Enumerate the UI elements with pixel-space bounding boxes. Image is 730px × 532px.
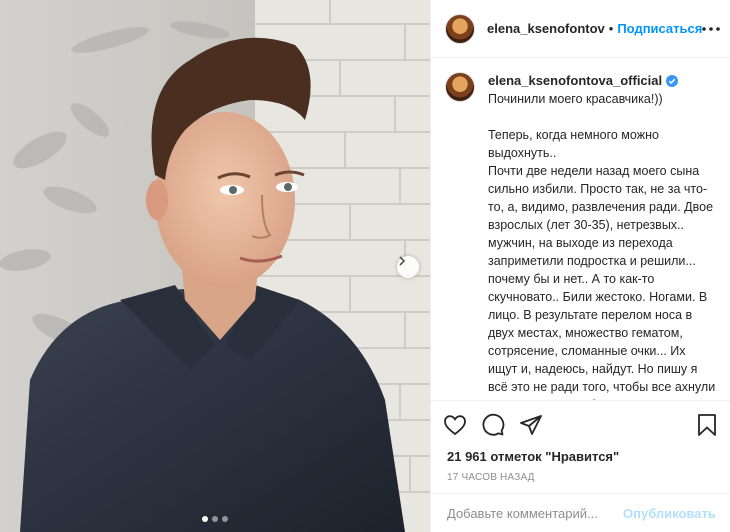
comment-button[interactable] (481, 413, 505, 437)
avatar[interactable] (445, 13, 475, 44)
chevron-right-icon (399, 256, 406, 266)
likes-count[interactable]: 21 961 отметок "Нравится" (431, 449, 730, 464)
bookmark-icon (698, 414, 716, 436)
more-icon (702, 26, 721, 31)
action-icons (431, 401, 730, 449)
comment-icon (482, 413, 505, 436)
carousel-dots (0, 516, 430, 522)
like-button[interactable] (443, 413, 467, 437)
caption-text: Починили моего красавчика!)) Теперь, ког… (488, 90, 717, 400)
carousel-dot (222, 516, 228, 522)
carousel-dot (212, 516, 218, 522)
share-button[interactable] (519, 413, 543, 437)
photo-illustration (0, 0, 430, 532)
publish-button[interactable]: Опубликовать (623, 506, 716, 521)
comment-input[interactable] (447, 506, 623, 521)
separator-dot: • (608, 21, 614, 36)
caption-username[interactable]: elena_ksenofontova_official (488, 72, 662, 90)
caption-line: Почти две недели назад моего сына сильно… (488, 164, 716, 400)
caption: elena_ksenofontova_official Починили мое… (445, 72, 717, 400)
caption-line: Теперь, когда немного можно выдохнуть.. (488, 128, 659, 160)
carousel-next-button[interactable] (397, 256, 419, 278)
follow-button[interactable]: Подписаться (617, 21, 702, 36)
share-icon (520, 415, 542, 435)
post-header: elena_ksenofontov • Подписаться (431, 0, 730, 58)
author-username[interactable]: elena_ksenofontov (487, 21, 605, 36)
caption-author[interactable]: elena_ksenofontova_official (488, 72, 679, 90)
caption-line: Починили моего красавчика!)) (488, 92, 663, 106)
post-timestamp[interactable]: 17 ЧАСОВ НАЗАД (431, 472, 730, 483)
verified-badge-icon (666, 75, 679, 87)
post-actions: 21 961 отметок "Нравится" 17 ЧАСОВ НАЗАД… (431, 400, 730, 532)
add-comment-bar: Опубликовать (431, 493, 730, 532)
save-button[interactable] (695, 413, 719, 437)
more-options-button[interactable] (702, 26, 721, 31)
avatar[interactable] (445, 72, 475, 102)
heart-icon (444, 415, 466, 436)
post-photo[interactable] (0, 0, 430, 532)
carousel-dot (202, 516, 208, 522)
post-side-panel: elena_ksenofontov • Подписаться elena_ks… (430, 0, 730, 532)
comments-area[interactable]: elena_ksenofontova_official Починили мое… (431, 58, 730, 400)
